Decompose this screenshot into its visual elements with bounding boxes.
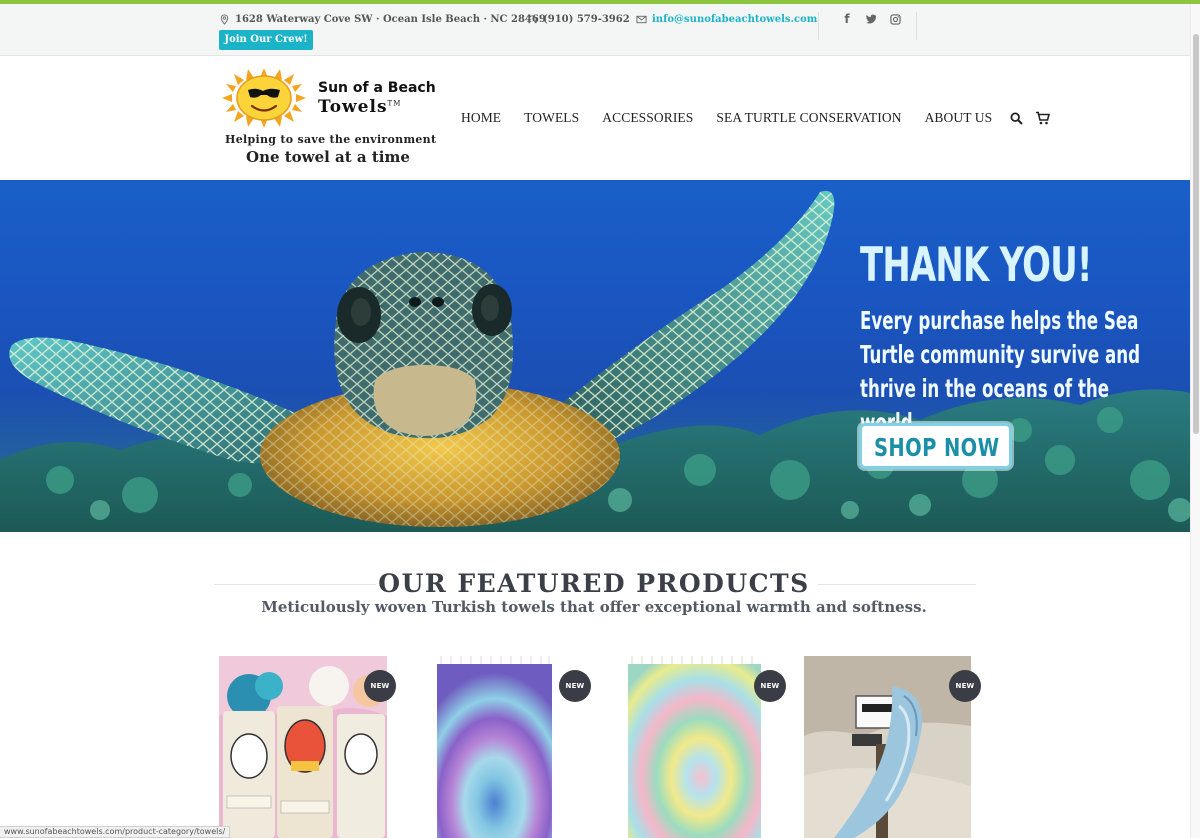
hero-title: THANK YOU!: [860, 238, 1092, 293]
product-card[interactable]: [219, 656, 387, 838]
headphones-icon: [528, 15, 537, 24]
product-card[interactable]: [437, 656, 552, 838]
address-info: 1628 Waterway Cove SW · Ocean Isle Beach…: [219, 14, 546, 25]
cart-icon[interactable]: [1035, 111, 1051, 125]
search-icon[interactable]: [1010, 111, 1023, 125]
shop-now-label: SHOP NOW: [874, 433, 1000, 462]
shop-now-button[interactable]: SHOP NOW: [859, 423, 1012, 469]
top-bar: 1628 Waterway Cove SW · Ocean Isle Beach…: [0, 4, 1200, 56]
product-image: [804, 656, 971, 838]
location-pin-icon: [220, 14, 229, 25]
featured-title: OUR FEATURED PRODUCTS: [378, 569, 810, 598]
tagline-1: Helping to save the environment: [225, 133, 437, 146]
sun-logo-icon: [222, 68, 306, 128]
site-header: Sun of a Beach TowelsTM Helping to save …: [0, 56, 1200, 180]
divider: [818, 12, 819, 40]
featured-products-section: OUR FEATURED PRODUCTS Meticulously woven…: [0, 532, 1200, 838]
tagline-2: One towel at a time: [246, 148, 410, 166]
new-badge: NEW: [754, 670, 786, 702]
hero-banner[interactable]: THANK YOU! Every purchase helps the Sea …: [0, 180, 1200, 532]
nav-item-towels[interactable]: TOWELS: [524, 110, 579, 126]
browser-status-url: www.sunofabeachtowels.com/product-catego…: [0, 826, 231, 838]
hero-body-text: Every purchase helps the Sea Turtle comm…: [860, 306, 1141, 437]
instagram-icon[interactable]: [888, 12, 902, 26]
main-nav: HOME TOWELS ACCESSORIES SEA TURTLE CONSE…: [461, 110, 1062, 126]
social-links: f: [840, 12, 902, 26]
phone-info: (910) 579-3962: [527, 14, 630, 25]
brand-name-line2: TowelsTM: [318, 97, 402, 117]
site-logo[interactable]: Sun of a Beach TowelsTM Helping to save …: [218, 66, 458, 178]
product-image: [219, 656, 387, 838]
envelope-icon: [636, 15, 647, 24]
scrollbar-thumb[interactable]: [1193, 34, 1199, 434]
brand-name-line1: Sun of a Beach: [318, 80, 436, 96]
email-link[interactable]: info@sunofabeachtowels.com: [652, 14, 817, 25]
product-image: [628, 656, 761, 838]
featured-subtitle: Meticulously woven Turkish towels that o…: [261, 598, 927, 616]
product-card[interactable]: [804, 656, 971, 838]
product-card[interactable]: [628, 656, 761, 838]
nav-item-sea-turtle-conservation[interactable]: SEA TURTLE CONSERVATION: [716, 110, 901, 126]
new-badge: NEW: [364, 670, 396, 702]
nav-item-accessories[interactable]: ACCESSORIES: [602, 110, 693, 126]
new-badge: NEW: [559, 670, 591, 702]
nav-item-about-us[interactable]: ABOUT US: [925, 110, 993, 126]
page-scrollbar[interactable]: [1190, 4, 1200, 838]
phone-text: (910) 579-3962: [543, 14, 630, 25]
join-crew-button[interactable]: Join Our Crew!: [219, 30, 313, 50]
nav-item-home[interactable]: HOME: [461, 110, 501, 126]
twitter-icon[interactable]: [864, 12, 878, 26]
divider: [916, 12, 917, 40]
address-text: 1628 Waterway Cove SW · Ocean Isle Beach…: [235, 14, 546, 25]
facebook-icon[interactable]: f: [840, 12, 854, 26]
new-badge: NEW: [949, 670, 981, 702]
email-info[interactable]: info@sunofabeachtowels.com: [636, 14, 817, 25]
product-image: [437, 656, 552, 838]
